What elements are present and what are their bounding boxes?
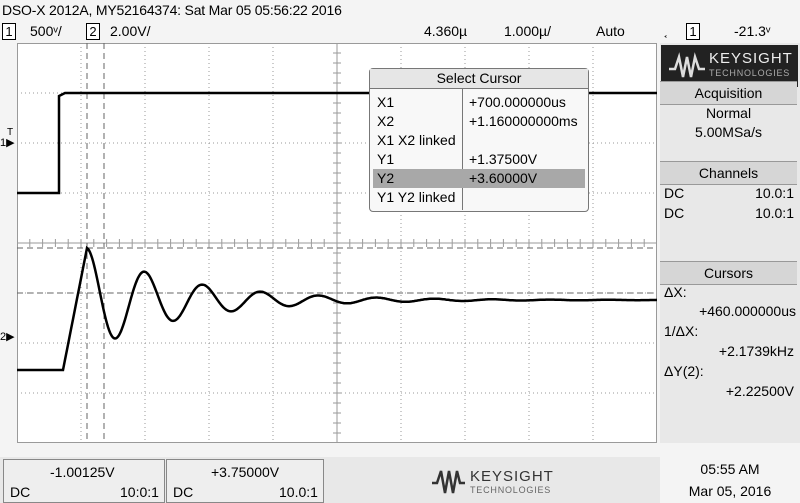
trigger-level-marker[interactable]: T [7,127,13,138]
cursor-menu-item-value: +3.60000V [469,170,538,186]
ch2-cursor-readout: +3.75000V [211,464,280,480]
acquisition-mode: Normal [705,105,752,121]
ch2-badge[interactable]: 2 [86,23,100,40]
cursor-menu-item-value: +1.160000000ms [469,113,578,129]
trigger-source-badge[interactable]: 1 [686,23,700,40]
cursor-menu-item[interactable]: X2 +1.160000000ms [373,112,585,131]
ch1-softkey[interactable]: -1.00125V DC 10:0:1 [3,459,165,503]
clock-date: Mar 05, 2016 [688,483,772,499]
cursor-menu-item-label: Y1 [377,151,395,167]
acquisition-header[interactable]: Acquisition [660,81,797,105]
ch1-scale[interactable]: 500ᵛ/ [30,23,62,39]
cursor-menu-item[interactable]: X1 X2 linked [373,131,585,150]
brand-name: KEYSIGHT [709,50,793,67]
cursor-menu-item[interactable]: Y1 +1.37500V [373,150,585,169]
bottom-softkey-bar: -1.00125V DC 10:0:1 +3.75000V DC 10.0:1 … [0,457,660,503]
bottom-brand-logo: KEYSIGHT TECHNOLOGIES [430,465,560,497]
ch1-bottom-ratio: 10:0:1 [120,484,159,500]
delta-x-value: +460.000000us [699,303,796,319]
ch2-coupling: DC [664,205,685,221]
select-cursor-menu[interactable]: Select Cursor X1 +700.000000us X2 +1.160000… [369,68,589,212]
keysight-wave-icon [432,470,465,494]
cursors-header[interactable]: Cursors [660,261,797,285]
timebase-readout[interactable]: 1.000µ/ [504,23,551,39]
bottom-brand-sub: TECHNOLOGIES [470,485,552,495]
cursor-menu-item-label: X2 [377,113,395,129]
ch2-scale[interactable]: 2.00V/ [110,23,150,39]
cursor-menu-item-value: +1.37500V [469,151,538,167]
sample-rate: 5.00MSa/s [695,124,762,140]
menu-title: Select Cursor [370,69,588,89]
trigger-edge-icon: ˱ [664,22,669,38]
bottom-brand-name: KEYSIGHT [470,468,554,485]
status-bar: 1 500ᵛ/ 2 2.00V/ 4.360µ 1.000µ/ Auto ˱ 1… [0,21,770,42]
ch1-bottom-coupling: DC [10,484,31,500]
inv-delta-x-label: 1/ΔX: [664,323,699,339]
delta-y-value: +2.22500V [725,383,794,399]
clock-time: 05:55 AM [700,461,760,477]
cursor-menu-item[interactable]: Y1 Y2 linked [373,188,585,207]
trigger-level[interactable]: -21.3ᵛ [734,23,770,39]
cursor-menu-item-label: Y1 Y2 linked [377,189,456,205]
ch2-bottom-coupling: DC [173,484,194,500]
cursor-menu-item[interactable]: X1 +700.000000us [373,93,585,112]
clock: 05:55 AM Mar 05, 2016 [660,457,800,503]
channels-header[interactable]: Channels [660,161,797,185]
cursor-menu-item[interactable]: Y2 +3.60000V [373,169,585,188]
brand-sub: TECHNOLOGIES [709,68,791,78]
trigger-mode[interactable]: Auto [596,23,625,39]
ch1-probe-ratio: 10.0:1 [755,185,794,201]
keysight-wave-icon [669,52,705,78]
inv-delta-x-value: +2.1739kHz [718,343,794,359]
delay-readout[interactable]: 4.360µ [424,23,467,39]
ch1-coupling: DC [664,185,685,201]
ch1-badge[interactable]: 1 [2,23,16,40]
cursor-menu-item-label: X1 [377,94,395,110]
ch2-ground-marker[interactable]: 2▶ [0,330,15,343]
ch1-cursor-readout: -1.00125V [50,464,115,480]
window-title: DSO-X 2012A, MY52164374: Sat Mar 05 05:5… [2,2,342,18]
ch2-bottom-ratio: 10.0:1 [279,484,318,500]
ch2-probe-ratio: 10.0:1 [755,205,794,221]
cursor-menu-item-label: X1 X2 linked [377,132,456,148]
cursor-menu-item-value: +700.000000us [469,94,566,110]
delta-y-label: ΔY(2): [664,363,704,379]
delta-x-label: ΔX: [664,284,687,300]
right-info-panel: KEYSIGHT TECHNOLOGIES Acquisition Normal… [660,43,800,443]
ch2-softkey[interactable]: +3.75000V DC 10.0:1 [166,459,324,503]
cursor-menu-item-label: Y2 [377,170,395,186]
